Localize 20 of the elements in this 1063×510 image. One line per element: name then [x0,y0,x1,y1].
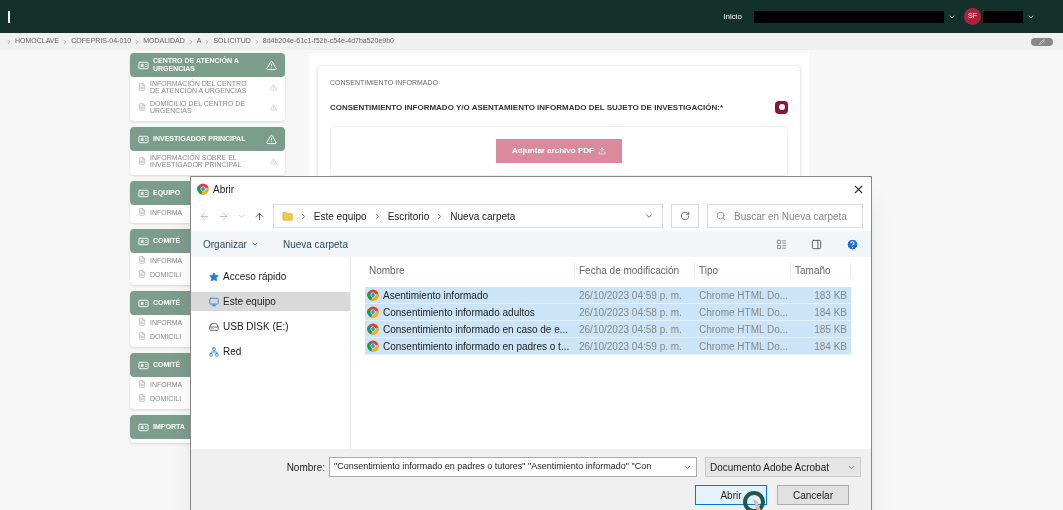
dialog-title: Abrir [213,182,235,197]
filename-label: Nombre: [286,460,325,475]
question-label: CONSENTIMIENTO INFORMADO Y/O ASENTAMIENTO INFORMADO DEL SUJETO DE INVESTIGACIÓN:* [330,101,725,114]
file-size: 183 KB [813,288,848,303]
file-name: Consentimiento informado en padres o t... [383,339,570,354]
file-name: Consentimiento informado en caso de e... [383,322,569,337]
file-name: Asentimiento informado [383,288,489,303]
file-date: 26/10/2023 04:58 p. m. [578,322,683,337]
file-type: Chrome HTML Do... [698,322,790,337]
file-name: Consentimiento informado adultos [383,305,535,320]
file-size: 184 KB [813,339,848,354]
filename-value: "Consentimiento informado en padres o tutores" "Asentimiento informado" "Con [334,460,653,474]
file-type: Chrome HTML Do... [698,288,790,303]
file-size: 184 KB [813,305,848,320]
file-date: 26/10/2023 04:59 p. m. [578,288,683,303]
file-size: 185 KB [813,322,848,337]
file-date: 26/10/2023 04:58 p. m. [578,305,683,320]
file-date: 26/10/2023 04:59 p. m. [578,339,683,354]
file-type: Chrome HTML Do... [698,339,790,354]
file-type: Chrome HTML Do... [698,305,790,320]
